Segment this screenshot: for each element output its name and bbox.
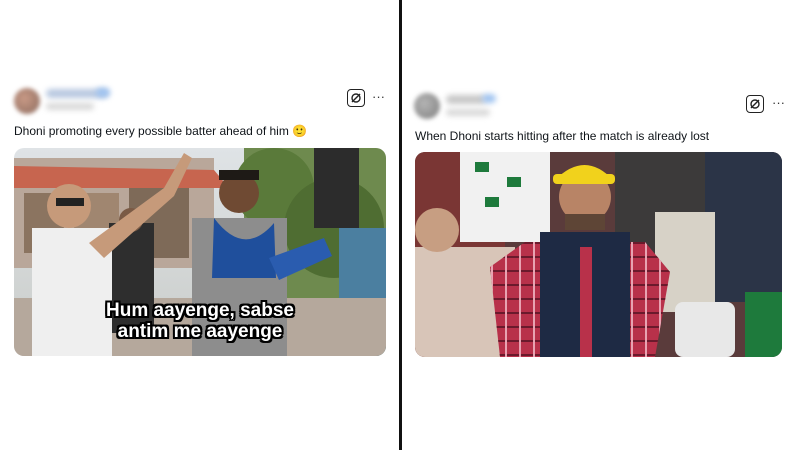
meme-image[interactable]: Hum aayenge, sabse antim me aayenge — [14, 148, 386, 356]
avatar[interactable] — [414, 93, 440, 119]
tweet-text-body: Dhoni promoting every possible batter ah… — [14, 124, 289, 138]
author-handle-blurred — [46, 103, 94, 110]
meme-caption: Hum aayenge, sabse antim me aayenge — [14, 300, 386, 342]
grok-button[interactable] — [746, 95, 764, 113]
photo-scene-illustration — [415, 152, 782, 357]
meme-caption-line-1: Hum aayenge, sabse — [106, 300, 294, 321]
avatar[interactable] — [14, 88, 40, 114]
more-options-button[interactable]: ··· — [372, 89, 385, 104]
meme-caption-line-2: antim me aayenge — [117, 321, 283, 342]
tweet-text: Dhoni promoting every possible batter ah… — [14, 124, 307, 138]
author-handle-blurred — [446, 109, 490, 116]
left-post: ··· Dhoni promoting every possible batte… — [0, 0, 399, 450]
more-icon: ··· — [372, 89, 385, 104]
grok-button[interactable] — [347, 89, 365, 107]
smiley-emoji-icon: 🙂 — [292, 124, 308, 138]
grok-icon — [750, 99, 760, 109]
author-name-blurred[interactable] — [446, 95, 486, 104]
more-icon: ··· — [772, 95, 785, 110]
tweet-text-body: When Dhoni starts hitting after the matc… — [415, 129, 710, 143]
verified-badge-blurred — [482, 94, 496, 103]
grok-icon — [351, 93, 361, 103]
right-post: ··· When Dhoni starts hitting after the … — [402, 0, 800, 450]
crowd-photo[interactable] — [415, 152, 782, 357]
verified-badge-blurred — [96, 88, 110, 97]
tweet-text: When Dhoni starts hitting after the matc… — [415, 129, 709, 143]
more-options-button[interactable]: ··· — [772, 95, 785, 110]
